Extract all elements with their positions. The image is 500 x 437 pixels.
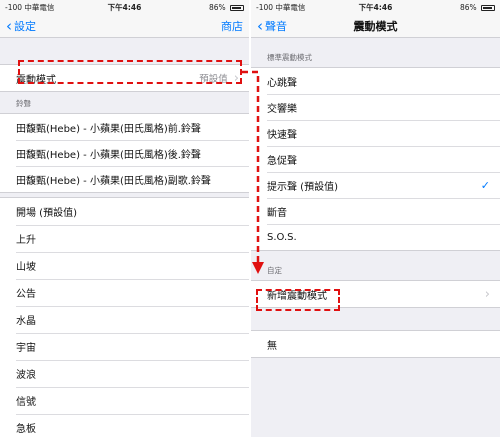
- custom-header: 自定: [267, 266, 282, 275]
- battery-percent: 86%: [459, 2, 477, 12]
- create-vibration-row[interactable]: 新增震動模式 ›: [251, 281, 500, 307]
- tone-item[interactable]: 開場 (預設值): [0, 198, 249, 225]
- pattern-item[interactable]: 交響樂: [251, 94, 500, 120]
- tone-item[interactable]: 信號: [0, 387, 249, 414]
- back-button[interactable]: ‹ 聲音: [257, 14, 287, 38]
- nav-bar: ‹ 設定 商店: [0, 14, 249, 38]
- sounds-screen: -100 中華電信 下午4:46 86% ‹ 設定 商店 震動模式 預設值 › …: [0, 0, 249, 437]
- chevron-right-icon: ›: [484, 286, 490, 302]
- none-item[interactable]: 無: [251, 331, 500, 357]
- battery-icon: [230, 4, 244, 11]
- battery-area: 86%: [164, 3, 244, 12]
- nav-bar: ‹ 聲音 震動模式: [251, 14, 500, 38]
- tone-item[interactable]: 急板: [0, 414, 249, 437]
- ringtone-list: 田馥甄(Hebe) - 小蘋果(田氏風格)前.鈴聲 田馥甄(Hebe) - 小蘋…: [0, 113, 249, 193]
- vibration-screen: -100 中華電信 下午4:46 86% ‹ 聲音 震動模式 標準震動模式 心跳…: [251, 0, 500, 437]
- battery-area: 86%: [415, 3, 495, 12]
- chevron-right-icon: ›: [233, 70, 239, 86]
- vibration-value: 預設值: [199, 74, 228, 85]
- pattern-item[interactable]: 斷音: [251, 198, 500, 224]
- pattern-item[interactable]: 快速聲: [251, 120, 500, 146]
- carrier-label: -100 中華電信: [256, 2, 306, 12]
- ringtone-header: 鈴聲: [16, 99, 31, 108]
- store-button[interactable]: 商店: [221, 14, 243, 38]
- ringtone-item[interactable]: 田馥甄(Hebe) - 小蘋果(田氏風格)後.鈴聲: [0, 140, 249, 166]
- checkmark-icon: ✓: [480, 178, 490, 192]
- pattern-item[interactable]: 心跳聲: [251, 68, 500, 94]
- vibration-group: 震動模式 預設值 ›: [0, 64, 249, 92]
- vibration-label: 震動模式: [16, 74, 56, 86]
- clock: 下午4:46: [358, 2, 393, 12]
- tone-item[interactable]: 宇宙: [0, 333, 249, 360]
- back-button[interactable]: ‹ 設定: [6, 14, 36, 38]
- battery-percent: 86%: [208, 2, 226, 12]
- chevron-left-icon: ‹: [257, 16, 263, 35]
- tone-list: 開場 (預設值) 上升 山坡 公告 水晶 宇宙 波浪 信號 急板: [0, 197, 249, 437]
- none-group: 無: [251, 330, 500, 358]
- standard-header: 標準震動模式: [267, 53, 312, 62]
- back-label: 聲音: [265, 20, 287, 33]
- pattern-item[interactable]: 急促聲: [251, 146, 500, 172]
- chevron-left-icon: ‹: [6, 16, 12, 35]
- page-title: 震動模式: [353, 19, 398, 33]
- tone-item[interactable]: 山坡: [0, 252, 249, 279]
- clock: 下午4:46: [107, 2, 142, 12]
- pattern-item-selected[interactable]: 提示聲 (預設值) ✓: [251, 172, 500, 198]
- tone-item[interactable]: 公告: [0, 279, 249, 306]
- back-label: 設定: [14, 20, 36, 33]
- tone-item[interactable]: 上升: [0, 225, 249, 252]
- carrier-label: -100 中華電信: [5, 2, 55, 12]
- standard-list: 心跳聲 交響樂 快速聲 急促聲 提示聲 (預設值) ✓ 斷音 S.O.S.: [251, 67, 500, 251]
- battery-icon: [481, 4, 495, 11]
- pattern-item[interactable]: S.O.S.: [251, 224, 500, 250]
- custom-list: 新增震動模式 ›: [251, 280, 500, 308]
- ringtone-item[interactable]: 田馥甄(Hebe) - 小蘋果(田氏風格)前.鈴聲: [0, 114, 249, 140]
- status-bar: -100 中華電信 下午4:46 86%: [0, 0, 249, 14]
- tone-item[interactable]: 波浪: [0, 360, 249, 387]
- vibration-row[interactable]: 震動模式 預設值 ›: [0, 65, 249, 91]
- tone-item[interactable]: 水晶: [0, 306, 249, 333]
- status-bar: -100 中華電信 下午4:46 86%: [251, 0, 500, 14]
- ringtone-item[interactable]: 田馥甄(Hebe) - 小蘋果(田氏風格)副歌.鈴聲: [0, 166, 249, 192]
